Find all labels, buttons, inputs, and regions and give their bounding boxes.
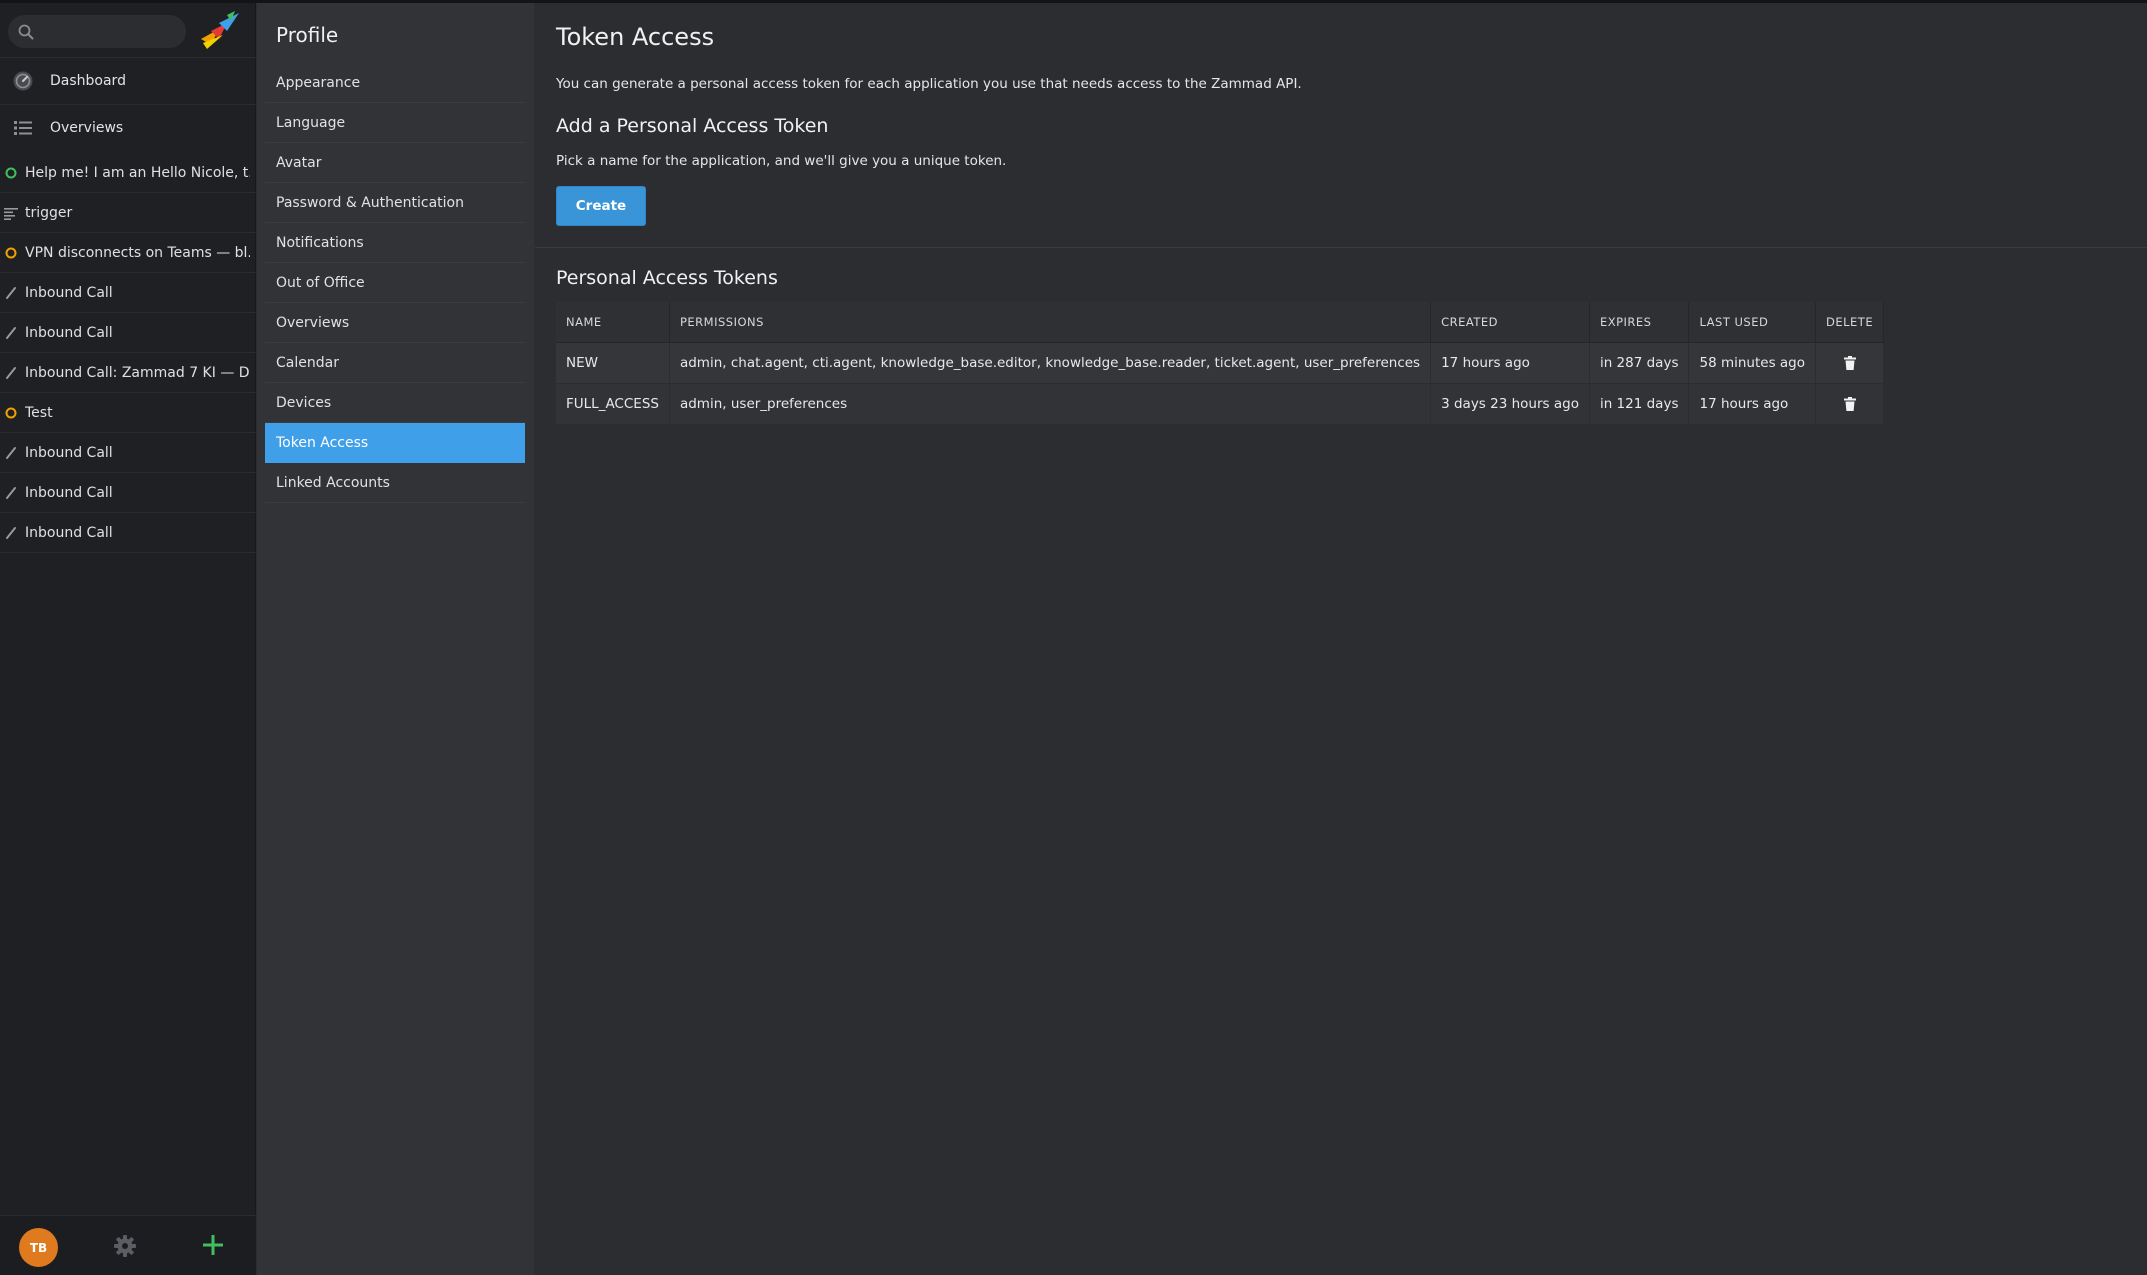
- zammad-logo-icon[interactable]: [197, 9, 243, 51]
- token-permissions: admin, chat.agent, cti.agent, knowledge_…: [669, 342, 1432, 384]
- column-created[interactable]: CREATED: [1430, 302, 1590, 343]
- task-item[interactable]: Inbound Call: [0, 513, 256, 553]
- nav-overviews-label: Overviews: [50, 120, 124, 136]
- task-label: trigger: [25, 204, 73, 221]
- pencil-icon: [6, 526, 16, 539]
- search-row: [0, 3, 256, 57]
- add-token-help: Pick a name for the application, and we'…: [556, 153, 1007, 169]
- pencil-icon: [6, 286, 16, 299]
- trigger-settings-icon: [4, 207, 18, 220]
- profile-item-overviews[interactable]: Overviews: [265, 303, 525, 343]
- avatar[interactable]: TB: [19, 1228, 58, 1267]
- ticket-pending-icon: [5, 407, 17, 418]
- task-label: Inbound Call: [25, 484, 113, 501]
- pencil-icon: [6, 446, 16, 459]
- profile-item-devices[interactable]: Devices: [265, 383, 525, 423]
- task-item[interactable]: Help me! I am an Hello Nicole, t...: [0, 153, 256, 193]
- profile-item-out-of-office[interactable]: Out of Office: [265, 263, 525, 303]
- open-tasks-list: Help me! I am an Hello Nicole, t... trig…: [0, 153, 256, 553]
- token-created: 17 hours ago: [1430, 342, 1590, 384]
- task-label: Inbound Call: [25, 524, 113, 541]
- task-label: Inbound Call: [25, 284, 113, 301]
- task-label: Test: [25, 404, 53, 421]
- token-permissions: admin, user_preferences: [669, 383, 1432, 425]
- token-created: 3 days 23 hours ago: [1430, 383, 1590, 425]
- task-label: Inbound Call: [25, 444, 113, 461]
- nav-dashboard[interactable]: Dashboard: [0, 57, 256, 104]
- column-permissions[interactable]: PERMISSIONS: [669, 302, 1432, 343]
- task-item[interactable]: trigger: [0, 193, 256, 233]
- column-last-used[interactable]: LAST USED: [1688, 302, 1816, 343]
- tokens-table: NAME PERMISSIONS CREATED EXPIRES LAST US…: [556, 302, 1885, 425]
- profile-navigation: Profile Appearance Language Avatar Passw…: [257, 3, 534, 1275]
- profile-item-password-authentication[interactable]: Password & Authentication: [265, 183, 525, 223]
- nav-dashboard-label: Dashboard: [50, 73, 126, 89]
- section-divider: [535, 247, 2147, 248]
- profile-item-notifications[interactable]: Notifications: [265, 223, 525, 263]
- table-header-row: NAME PERMISSIONS CREATED EXPIRES LAST US…: [556, 302, 1885, 343]
- tokens-heading: Personal Access Tokens: [556, 267, 778, 289]
- table-row: NEW admin, chat.agent, cti.agent, knowle…: [556, 342, 1885, 384]
- table-row: FULL_ACCESS admin, user_preferences 3 da…: [556, 383, 1885, 425]
- pencil-icon: [6, 326, 16, 339]
- task-item[interactable]: Inbound Call: [0, 273, 256, 313]
- task-label: Inbound Call: [25, 324, 113, 341]
- trash-icon[interactable]: [1842, 355, 1858, 371]
- task-item[interactable]: Inbound Call: [0, 473, 256, 513]
- task-item[interactable]: Test: [0, 393, 256, 433]
- dashboard-icon: [13, 71, 33, 91]
- task-item[interactable]: Inbound Call: Zammad 7 KI — De...: [0, 353, 256, 393]
- delete-token-button[interactable]: [1815, 383, 1885, 425]
- add-icon[interactable]: [200, 1232, 226, 1258]
- ticket-pending-icon: [5, 247, 17, 258]
- token-expires: in 287 days: [1589, 342, 1690, 384]
- gear-icon[interactable]: [113, 1234, 137, 1258]
- column-expires[interactable]: EXPIRES: [1589, 302, 1690, 343]
- profile-item-calendar[interactable]: Calendar: [265, 343, 525, 383]
- task-item[interactable]: VPN disconnects on Teams — bl...: [0, 233, 256, 273]
- token-last-used: 17 hours ago: [1688, 383, 1816, 425]
- profile-item-linked-accounts[interactable]: Linked Accounts: [265, 463, 525, 503]
- profile-item-token-access[interactable]: Token Access: [265, 423, 525, 463]
- trash-icon[interactable]: [1842, 396, 1858, 412]
- task-label: Help me! I am an Hello Nicole, t...: [25, 164, 250, 181]
- token-access-page: Token Access You can generate a personal…: [535, 3, 2147, 1275]
- token-last-used: 58 minutes ago: [1688, 342, 1816, 384]
- token-name: FULL_ACCESS: [556, 383, 670, 425]
- delete-token-button[interactable]: [1815, 342, 1885, 384]
- search-input[interactable]: [38, 15, 178, 48]
- profile-item-appearance[interactable]: Appearance: [265, 63, 525, 103]
- page-title: Token Access: [556, 23, 715, 51]
- column-delete: DELETE: [1815, 302, 1885, 343]
- add-token-heading: Add a Personal Access Token: [556, 115, 829, 137]
- nav-footer: TB: [0, 1215, 256, 1275]
- ticket-open-icon: [5, 167, 17, 178]
- task-label: VPN disconnects on Teams — bl...: [25, 244, 250, 261]
- intro-text: You can generate a personal access token…: [556, 76, 1302, 92]
- search-icon: [18, 24, 34, 40]
- overviews-list-icon: [14, 121, 32, 135]
- token-expires: in 121 days: [1589, 383, 1690, 425]
- main-navigation: Dashboard Overviews Help me! I am an Hel…: [0, 3, 256, 1275]
- task-item[interactable]: Inbound Call: [0, 313, 256, 353]
- profile-item-language[interactable]: Language: [265, 103, 525, 143]
- pencil-icon: [6, 366, 16, 379]
- task-label: Inbound Call: Zammad 7 KI — De...: [25, 364, 250, 381]
- profile-title: Profile: [276, 23, 339, 47]
- nav-overviews[interactable]: Overviews: [0, 104, 256, 151]
- search-box[interactable]: [8, 15, 186, 48]
- pencil-icon: [6, 486, 16, 499]
- profile-item-avatar[interactable]: Avatar: [265, 143, 525, 183]
- token-name: NEW: [556, 342, 670, 384]
- profile-menu: Appearance Language Avatar Password & Au…: [265, 63, 525, 503]
- task-item[interactable]: Inbound Call: [0, 433, 256, 473]
- create-button[interactable]: Create: [556, 186, 646, 226]
- column-name[interactable]: NAME: [556, 302, 670, 343]
